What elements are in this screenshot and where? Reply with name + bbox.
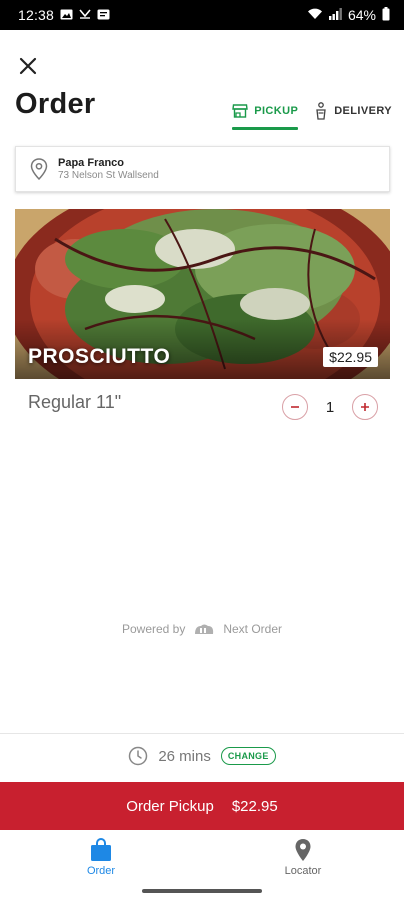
next-order-logo-icon <box>195 624 214 634</box>
clock-icon <box>129 746 148 766</box>
nav-item-locator-label: Locator <box>284 864 322 877</box>
store-address: 73 Nelson St Wallsend <box>58 170 159 181</box>
battery-icon <box>382 6 390 24</box>
product-card[interactable]: PROSCIUTTO $22.95 <box>15 209 390 379</box>
shopping-bag-icon <box>91 837 111 861</box>
decrement-button[interactable] <box>282 394 308 420</box>
product-price: $22.95 <box>323 347 378 367</box>
tab-delivery-label: DELIVERY <box>334 105 392 117</box>
gallery-icon <box>60 7 73 23</box>
nav-item-locator[interactable]: Locator <box>202 830 404 884</box>
tab-delivery[interactable]: DELIVERY <box>314 98 392 124</box>
delivery-icon <box>316 102 326 120</box>
plus-icon <box>361 403 369 411</box>
order-pickup-button[interactable]: Order Pickup $22.95 <box>0 782 404 830</box>
powered-by-brand: Next Order <box>223 622 283 636</box>
store-location-card[interactable]: Papa Franco 73 Nelson St Wallsend <box>15 146 390 192</box>
tab-pickup[interactable]: PICKUP <box>232 98 299 130</box>
map-pin-icon <box>295 838 311 861</box>
increment-button[interactable] <box>352 394 378 420</box>
bottom-nav: Order Locator <box>0 830 404 884</box>
divider <box>0 733 404 734</box>
nav-item-order[interactable]: Order <box>0 830 202 884</box>
change-time-button[interactable]: CHANGE <box>220 747 276 765</box>
close-icon <box>19 57 37 75</box>
minus-icon <box>291 406 299 408</box>
home-indicator[interactable] <box>142 889 262 893</box>
store-name: Papa Franco <box>58 157 125 169</box>
powered-by: Powered by Next Order <box>0 622 404 636</box>
order-pickup-label: Order Pickup <box>126 797 214 815</box>
tab-pickup-label: PICKUP <box>254 105 299 117</box>
product-name: PROSCIUTTO <box>28 345 171 368</box>
close-button[interactable] <box>14 52 42 80</box>
pickup-time-bar: 26 mins CHANGE <box>0 746 404 766</box>
status-bar: 12:38 64% <box>0 0 404 30</box>
pickup-duration: 26 mins <box>158 747 211 765</box>
order-type-tabs: PICKUP DELIVERY <box>232 98 392 130</box>
order-total: $22.95 <box>231 797 278 815</box>
status-time: 12:38 <box>18 7 55 23</box>
nav-item-order-label: Order <box>86 864 116 877</box>
quantity-value: 1 <box>325 398 335 416</box>
missed-call-icon <box>79 7 91 23</box>
store-icon <box>232 104 249 118</box>
location-pin-icon <box>30 158 48 180</box>
quantity-stepper: 1 <box>282 394 378 420</box>
powered-by-prefix: Powered by <box>121 622 186 636</box>
message-icon <box>97 7 110 23</box>
order-screen: 12:38 64% Order PICKUP DELIVERY Papa Fra… <box>0 0 404 900</box>
product-size: Regular 11" <box>28 392 122 412</box>
signal-icon <box>328 7 342 23</box>
wifi-icon <box>307 7 323 23</box>
battery-percent: 64% <box>347 7 376 23</box>
page-title: Order <box>15 88 96 120</box>
